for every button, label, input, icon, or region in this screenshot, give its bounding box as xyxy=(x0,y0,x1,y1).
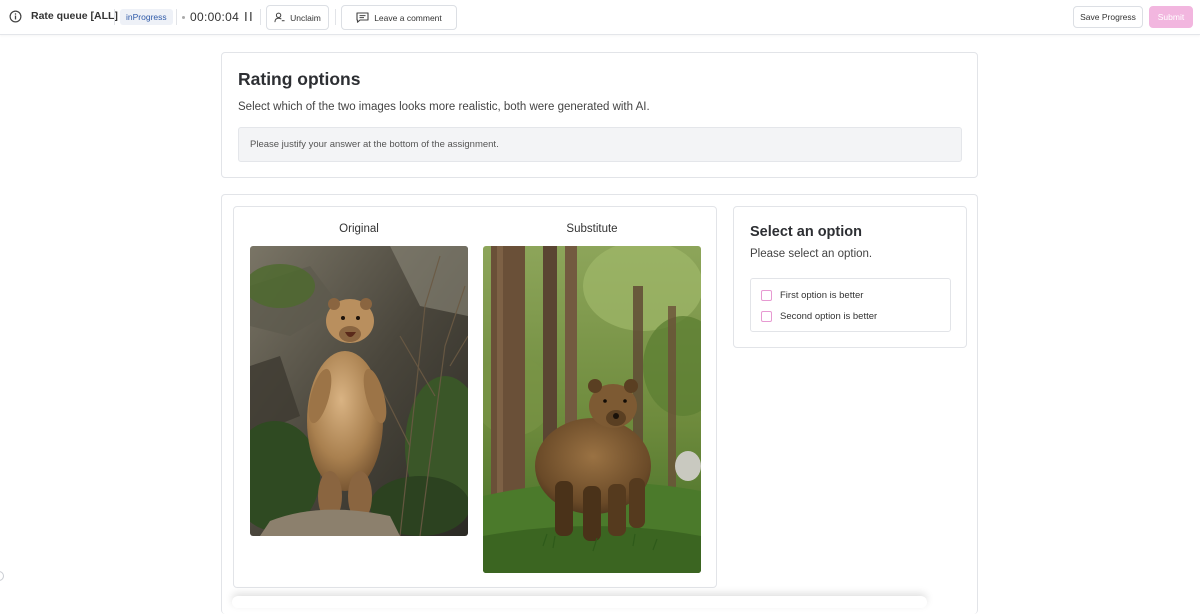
option-label: First option is better xyxy=(780,289,864,301)
save-progress-button[interactable]: Save Progress xyxy=(1073,6,1143,28)
save-progress-label: Save Progress xyxy=(1080,12,1136,22)
task-timer: 00:00:04 xyxy=(190,10,240,24)
rating-options-card: Rating options Select which of the two i… xyxy=(221,52,978,178)
option-second-better[interactable]: Second option is better xyxy=(761,309,877,323)
substitute-image xyxy=(483,246,701,573)
justify-note-box: Please justify your answer at the bottom… xyxy=(238,127,962,162)
select-option-panel: Select an option Please select an option… xyxy=(733,206,967,348)
second-option-checkbox[interactable] xyxy=(761,310,772,322)
divider xyxy=(335,9,336,25)
original-image xyxy=(250,246,468,536)
leave-comment-button[interactable]: Leave a comment xyxy=(341,5,457,30)
option-label: Second option is better xyxy=(780,310,878,322)
side-collapse-handle[interactable] xyxy=(0,571,4,581)
select-option-subtitle: Please select an option. xyxy=(750,248,873,260)
justify-note: Please justify your answer at the bottom… xyxy=(250,139,499,150)
substitute-label: Substitute xyxy=(566,223,618,235)
status-badge: inProgress xyxy=(120,9,173,25)
option-list: First option is better Second option is … xyxy=(750,278,951,332)
sticky-footer-edge xyxy=(232,596,927,608)
user-remove-icon xyxy=(274,12,285,23)
select-option-title: Select an option xyxy=(750,224,862,240)
rating-description: Select which of the two images looks mor… xyxy=(238,101,650,113)
divider xyxy=(176,9,177,25)
pause-icon[interactable] xyxy=(244,11,253,22)
info-icon[interactable] xyxy=(9,10,22,23)
submit-label: Submit xyxy=(1157,12,1185,22)
status-dot xyxy=(182,16,185,19)
divider xyxy=(114,9,115,25)
unclaim-label: Unclaim xyxy=(290,12,321,23)
comment-icon xyxy=(356,12,369,23)
top-toolbar: Rate queue [ALL] inProgress 00:00:04 Unc… xyxy=(0,0,1200,35)
queue-title: Rate queue [ALL] xyxy=(31,10,118,22)
submit-button[interactable]: Submit xyxy=(1149,6,1193,28)
page-title: Rating options xyxy=(238,69,361,89)
unclaim-button[interactable]: Unclaim xyxy=(266,5,329,30)
comparison-card: Original Substitute Select an option Ple… xyxy=(221,194,978,614)
first-option-checkbox[interactable] xyxy=(761,289,772,301)
option-first-better[interactable]: First option is better xyxy=(761,288,863,302)
comment-label: Leave a comment xyxy=(374,12,442,23)
original-label: Original xyxy=(339,223,379,235)
divider xyxy=(260,9,261,25)
image-comparison-panel: Original Substitute xyxy=(233,206,717,588)
